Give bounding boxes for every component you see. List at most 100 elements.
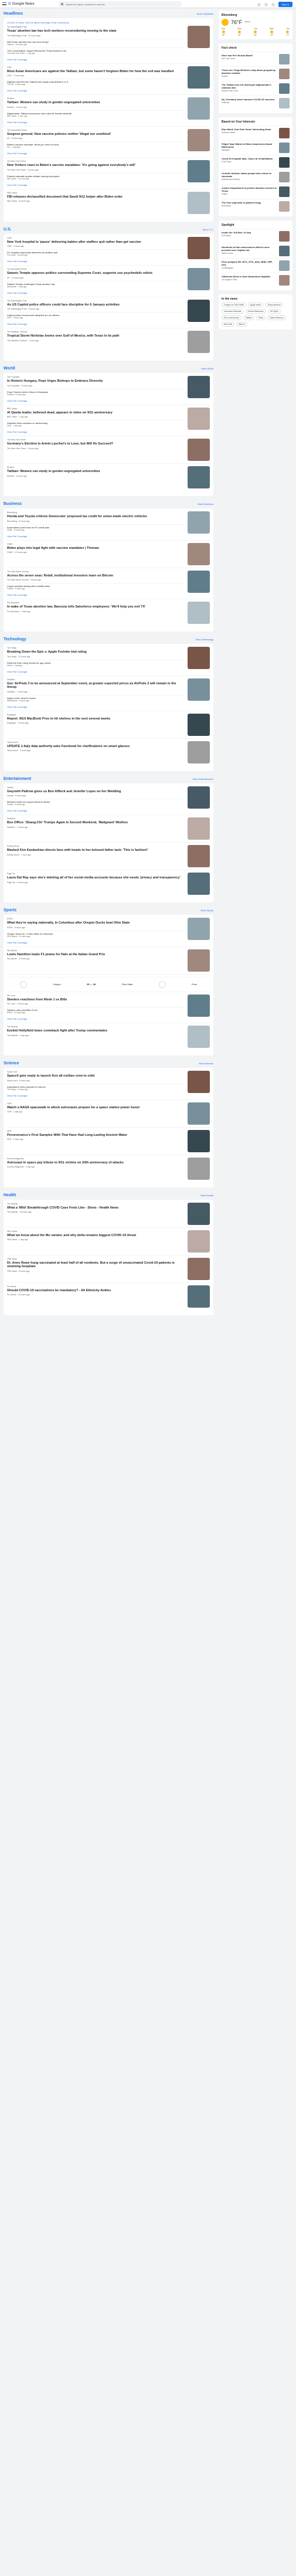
story-headline[interactable]: Surgeon general: New vaccine policies ne… — [7, 133, 184, 137]
story-thumbnail[interactable] — [188, 1202, 210, 1225]
full-coverage-link[interactable]: View Full Coverage — [7, 258, 184, 263]
story-thumbnail[interactable] — [188, 647, 210, 669]
more-section-link[interactable]: More Business — [198, 503, 213, 505]
source-name[interactable]: The New York Times — [7, 439, 184, 441]
story-thumbnail[interactable] — [188, 949, 210, 972]
related-article[interactable]: The Conservative Lawyer Behind the Texas… — [7, 47, 184, 56]
brand-logo[interactable]: G Google News — [8, 2, 35, 6]
source-name[interactable]: Science Magazine — [7, 1158, 184, 1160]
story-thumbnail[interactable] — [188, 160, 210, 182]
story-thumbnail[interactable] — [188, 407, 210, 430]
story-headline[interactable]: Satanic Temple opposes politics surround… — [7, 271, 184, 276]
story-headline[interactable]: Germany's Election Is Armin Laschet's to… — [7, 442, 184, 446]
source-name[interactable]: Reuters — [7, 466, 184, 469]
full-coverage-link[interactable]: View Full Coverage — [7, 56, 184, 61]
story-headline[interactable]: Astronaut in space pay tribute to 9/11 v… — [7, 1161, 184, 1165]
story-thumbnail[interactable] — [188, 1026, 210, 1048]
full-coverage-link[interactable]: View Full Coverage — [7, 533, 184, 538]
panel-item[interactable]: Elon Musk Just Gets Some Interesting Ide… — [222, 125, 290, 140]
story-headline[interactable]: Box Office: 'Shang-Chi' Trumps Again in … — [7, 821, 184, 825]
story-headline[interactable]: Ezekiel Hollyfield bows comeback fight a… — [7, 1029, 184, 1033]
story-headline[interactable]: Perseverance's First Samples With That H… — [7, 1133, 184, 1138]
story-thumbnail[interactable] — [188, 817, 210, 840]
topic-chip[interactable]: Oregon vs Ohio State — [222, 303, 246, 307]
topic-chip[interactable]: US Open — [267, 309, 281, 314]
source-name[interactable]: Reuters — [7, 97, 184, 100]
more-section-link[interactable]: More World — [201, 367, 213, 370]
story-thumbnail[interactable] — [188, 994, 210, 1017]
section-title[interactable]: Health — [4, 1193, 16, 1197]
source-name[interactable]: CNBC — [7, 543, 184, 545]
story-thumbnail[interactable] — [188, 1071, 210, 1093]
section-title[interactable]: Technology — [4, 637, 26, 642]
topic-chip[interactable]: Gavin Newsom — [267, 315, 286, 320]
topic-chip[interactable]: Emma Raducanu — [245, 309, 266, 314]
source-name[interactable]: CNN — [7, 66, 184, 69]
story-headline[interactable]: Taliban: Women can study in gender-segre… — [7, 101, 184, 105]
topic-chip[interactable]: Hurricane Nicholas — [222, 309, 244, 314]
story-thumbnail[interactable] — [188, 268, 210, 290]
story-headline[interactable]: Steelers reactions from Week 1 vs Bills — [7, 998, 184, 1002]
story-thumbnail[interactable] — [188, 331, 210, 353]
panel-item[interactable]: Justice Department to protect abortion s… — [222, 184, 290, 199]
story-headline[interactable]: New York hospital to 'pause' delivering … — [7, 240, 184, 245]
story-thumbnail[interactable] — [188, 602, 210, 624]
story-thumbnail[interactable] — [188, 570, 210, 593]
more-section-link[interactable]: More Sports — [200, 909, 213, 912]
panel-item[interactable]: Covid-19 hospital tally: Cases at rehabi… — [222, 155, 290, 169]
section-title[interactable]: World — [4, 366, 15, 371]
source-name[interactable]: 9to5Mac — [7, 678, 184, 681]
more-section-link[interactable]: More Headlines — [197, 12, 213, 15]
full-coverage-link[interactable]: View Full Coverage — [7, 1092, 184, 1097]
story-thumbnail[interactable] — [188, 97, 210, 120]
more-section-link[interactable]: More Science — [199, 1062, 213, 1065]
related-article[interactable]: Biden's vaccine mandate: What you need t… — [7, 141, 184, 150]
scoreboard[interactable]: Oregon 35 — 28 Ohio State Final — [7, 976, 210, 992]
related-article[interactable]: Oregon stuns No. 3 Ohio State in Columbu… — [7, 930, 184, 939]
panel-item[interactable]: Jennifer Aniston slams people who refuse… — [222, 169, 290, 184]
sign-in-button[interactable]: Sign in — [278, 2, 292, 7]
story-thumbnail[interactable] — [188, 299, 210, 322]
source-name[interactable]: CNN — [7, 237, 184, 239]
source-name[interactable]: Fox News — [7, 1285, 184, 1288]
story-thumbnail[interactable] — [188, 678, 210, 701]
story-headline[interactable]: Gwyneth Paltrow gives us Ben Affleck and… — [7, 790, 184, 794]
story-headline[interactable]: SpaceX gets ready to launch first all-ci… — [7, 1074, 184, 1078]
story-headline[interactable]: Should COVID-19 vaccinations be mandator… — [7, 1289, 184, 1293]
story-headline[interactable]: As US Capitol police officers could face… — [7, 303, 184, 307]
section-title[interactable]: Entertainment — [4, 777, 31, 781]
story-thumbnail[interactable] — [188, 66, 210, 89]
story-thumbnail[interactable] — [188, 845, 210, 867]
source-name[interactable]: BBC News — [7, 408, 184, 410]
story-thumbnail[interactable] — [188, 191, 210, 214]
related-article[interactable]: What the Epic ruling means for app store… — [7, 659, 184, 668]
story-thumbnail[interactable] — [188, 873, 210, 895]
source-name[interactable]: ESPN — [7, 918, 184, 920]
source-name[interactable]: The Washington Post — [7, 26, 184, 28]
story-thumbnail[interactable] — [188, 713, 210, 736]
related-article[interactable]: Zawahiri video surfaces on anniversary CN… — [7, 420, 184, 429]
related-article[interactable]: Inspiration4 crew prepares for launch The… — [7, 1083, 184, 1092]
topic-chip[interactable]: Bitcoin — [236, 322, 247, 327]
topic-chip[interactable]: Taliban — [243, 315, 254, 320]
panel-item[interactable]: Inside the 'Kill Box' of Iraq ProPublica — [222, 229, 290, 243]
story-thumbnail[interactable] — [188, 918, 210, 940]
story-headline[interactable]: Most Asian Americans are against the Tal… — [7, 70, 184, 74]
section-title[interactable]: Sports — [4, 908, 16, 912]
topic-chip[interactable]: Met Gala — [222, 322, 235, 327]
section-title[interactable]: Headlines — [4, 12, 23, 16]
panel-title[interactable]: Spotlight — [222, 223, 290, 227]
topic-chip[interactable]: Apple event — [247, 303, 264, 307]
story-headline[interactable]: FBI releases declassified document that … — [7, 195, 184, 199]
story-headline[interactable]: Honda and Toyota criticize Democrats' pr… — [7, 515, 184, 519]
story-thumbnail[interactable] — [188, 511, 210, 534]
story-headline[interactable]: What they're saying nationally, in Colum… — [7, 921, 184, 925]
source-name[interactable]: NFL.com — [7, 995, 184, 997]
story-headline[interactable]: Across the seven seas: Retail, instituti… — [7, 574, 184, 578]
section-title[interactable]: U.S. — [4, 228, 12, 232]
story-thumbnail[interactable] — [188, 1230, 210, 1253]
source-name[interactable]: The Associated Press — [7, 268, 184, 270]
source-name[interactable]: Rolling Stone — [7, 845, 184, 847]
source-name[interactable]: The Associated Press — [7, 129, 184, 131]
full-coverage-link[interactable]: View Full Coverage — [7, 1016, 184, 1020]
